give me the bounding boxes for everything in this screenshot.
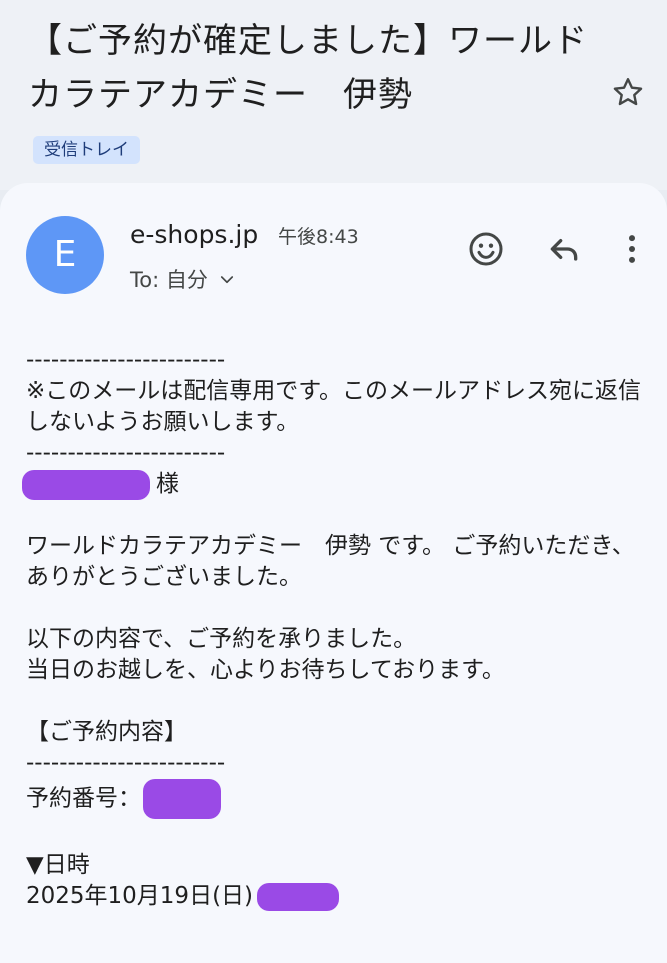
separator-line: ------------------------ [26, 750, 226, 776]
confirm-text-2: 当日のお越しを、心よりお待ちしております。 [26, 657, 505, 683]
confirm-text-1: 以下の内容で、ご予約を承りました。 [26, 626, 417, 652]
separator-line: ------------------------ [26, 440, 226, 466]
recipient-label: To: 自分 [130, 268, 208, 292]
reply-icon[interactable] [544, 229, 584, 269]
sender-name[interactable]: e-shops.jp [130, 218, 258, 252]
booking-number-label: 予約番号： [26, 785, 141, 812]
date-line: 2025年10月19日(日) [26, 881, 646, 912]
email-body: ------------------------ ※このメールは配信専用です。こ… [22, 345, 646, 912]
recipient-name-line: 様 [22, 469, 646, 500]
emoji-reaction-icon[interactable] [466, 229, 506, 269]
redacted-name [22, 469, 150, 500]
redacted-time [257, 882, 340, 911]
sent-time: 午後8:43 [278, 226, 359, 248]
honorific-text: 様 [156, 471, 179, 497]
datetime-label: ▼日時 [26, 852, 90, 878]
section-title: 【ご予約内容】 [26, 719, 187, 745]
redacted-booking-number [143, 779, 221, 819]
star-outline-icon[interactable] [610, 74, 646, 110]
sender-avatar[interactable]: E [26, 216, 104, 294]
notice-text: ※このメールは配信専用です。このメールアドレス宛に返信しないようお願いします。 [26, 378, 641, 435]
greeting-text: ワールドカラテアカデミー 伊勢 です。 ご予約いただき、ありがとうございました。 [26, 533, 635, 590]
separator-line: ------------------------ [26, 347, 226, 373]
inbox-label-chip[interactable]: 受信トレイ [33, 136, 140, 164]
more-vert-icon[interactable] [612, 229, 652, 269]
email-subject: 【ご予約が確定しました】ワールドカラテアカデミー 伊勢 [28, 21, 588, 115]
booking-number-line: 予約番号： [26, 779, 646, 819]
recipient-details-toggle[interactable]: To: 自分 [130, 265, 236, 295]
chevron-down-icon [220, 276, 233, 284]
date-value: 2025年10月19日(日) [26, 883, 254, 909]
